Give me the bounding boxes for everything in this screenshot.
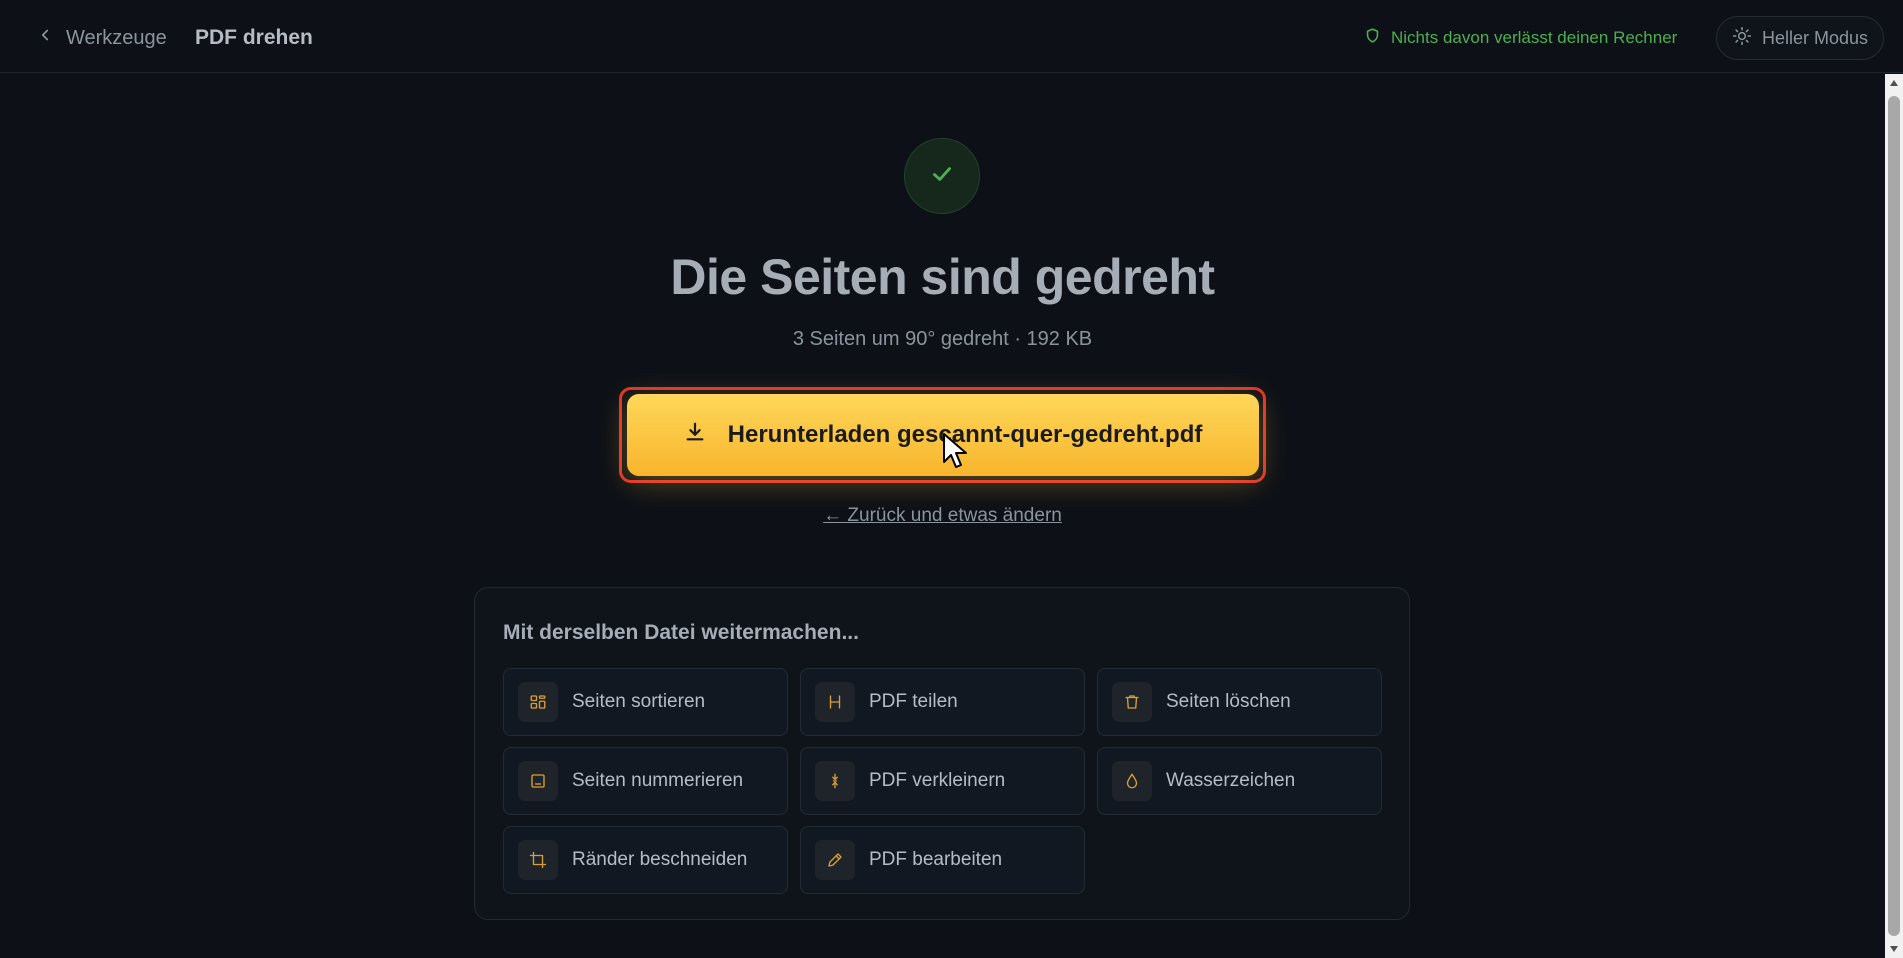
droplet-icon: [1112, 761, 1152, 801]
grid-icon: [518, 682, 558, 722]
tool-tile-split-pdf[interactable]: PDF teilen: [800, 668, 1085, 736]
tool-label: Seiten nummerieren: [572, 770, 744, 791]
scroll-up-arrow-icon[interactable]: [1885, 74, 1903, 92]
chevron-left-icon: [36, 26, 54, 50]
continue-card: Mit derselben Datei weitermachen... Seit…: [474, 587, 1410, 920]
tool-label: PDF verkleinern: [869, 770, 1006, 791]
compress-icon: [815, 761, 855, 801]
page-title: PDF drehen: [195, 26, 313, 49]
download-icon: [684, 421, 706, 450]
tool-tile-delete-pages[interactable]: Seiten löschen: [1097, 668, 1382, 736]
tool-label: Seiten sortieren: [572, 691, 706, 712]
tool-label: PDF bearbeiten: [869, 849, 1003, 870]
tool-tile-number-pages[interactable]: Seiten nummerieren: [503, 747, 788, 815]
tool-tile-crop-margins[interactable]: Ränder beschneiden: [503, 826, 788, 894]
tool-label: PDF teilen: [869, 691, 958, 712]
page-number-icon: [518, 761, 558, 801]
tool-tile-watermark[interactable]: Wasserzeichen: [1097, 747, 1382, 815]
tool-grid: Seiten sortieren PDF teilen Seiten lösch…: [503, 668, 1383, 894]
continue-card-title: Mit derselben Datei weitermachen...: [503, 621, 859, 644]
back-and-change-link[interactable]: ← Zurück und etwas ändern: [823, 505, 1062, 526]
tool-label: Seiten löschen: [1166, 691, 1291, 712]
scrollbar-thumb[interactable]: [1888, 96, 1900, 936]
top-bar: Werkzeuge PDF drehen Nichts davon verläs…: [0, 0, 1903, 73]
back-to-tools-link[interactable]: Werkzeuge: [36, 24, 167, 52]
tool-tile-compress-pdf[interactable]: PDF verkleinern: [800, 747, 1085, 815]
result-headline: Die Seiten sind gedreht: [670, 249, 1215, 305]
crop-icon: [518, 840, 558, 880]
page-scrollbar[interactable]: [1885, 74, 1903, 958]
split-icon: [815, 682, 855, 722]
pencil-icon: [815, 840, 855, 880]
checkmark-icon: [929, 161, 955, 192]
privacy-note-text: Nichts davon verlässt deinen Rechner: [1391, 28, 1678, 47]
scroll-down-arrow-icon[interactable]: [1885, 940, 1903, 958]
tool-tile-edit-pdf[interactable]: PDF bearbeiten: [800, 826, 1085, 894]
back-and-change-link-row: ← Zurück und etwas ändern: [0, 505, 1885, 527]
download-button-label: Herunterladen gescannt-quer-gedreht.pdf: [727, 421, 1203, 448]
tool-label: Wasserzeichen: [1166, 770, 1296, 791]
light-mode-toggle[interactable]: Heller Modus: [1716, 16, 1884, 60]
light-mode-label: Heller Modus: [1761, 27, 1869, 48]
result-summary: 3 Seiten um 90° gedreht · 192 KB: [792, 328, 1093, 350]
sun-icon: [1732, 26, 1752, 51]
tool-label: Ränder beschneiden: [572, 849, 748, 870]
download-button[interactable]: Herunterladen gescannt-quer-gedreht.pdf: [627, 394, 1259, 476]
shield-icon: [1364, 27, 1381, 49]
trash-icon: [1112, 682, 1152, 722]
success-badge: [904, 138, 980, 214]
back-link-label: Werkzeuge: [66, 26, 167, 49]
privacy-note: Nichts davon verlässt deinen Rechner: [1364, 24, 1677, 52]
tool-tile-sort-pages[interactable]: Seiten sortieren: [503, 668, 788, 736]
